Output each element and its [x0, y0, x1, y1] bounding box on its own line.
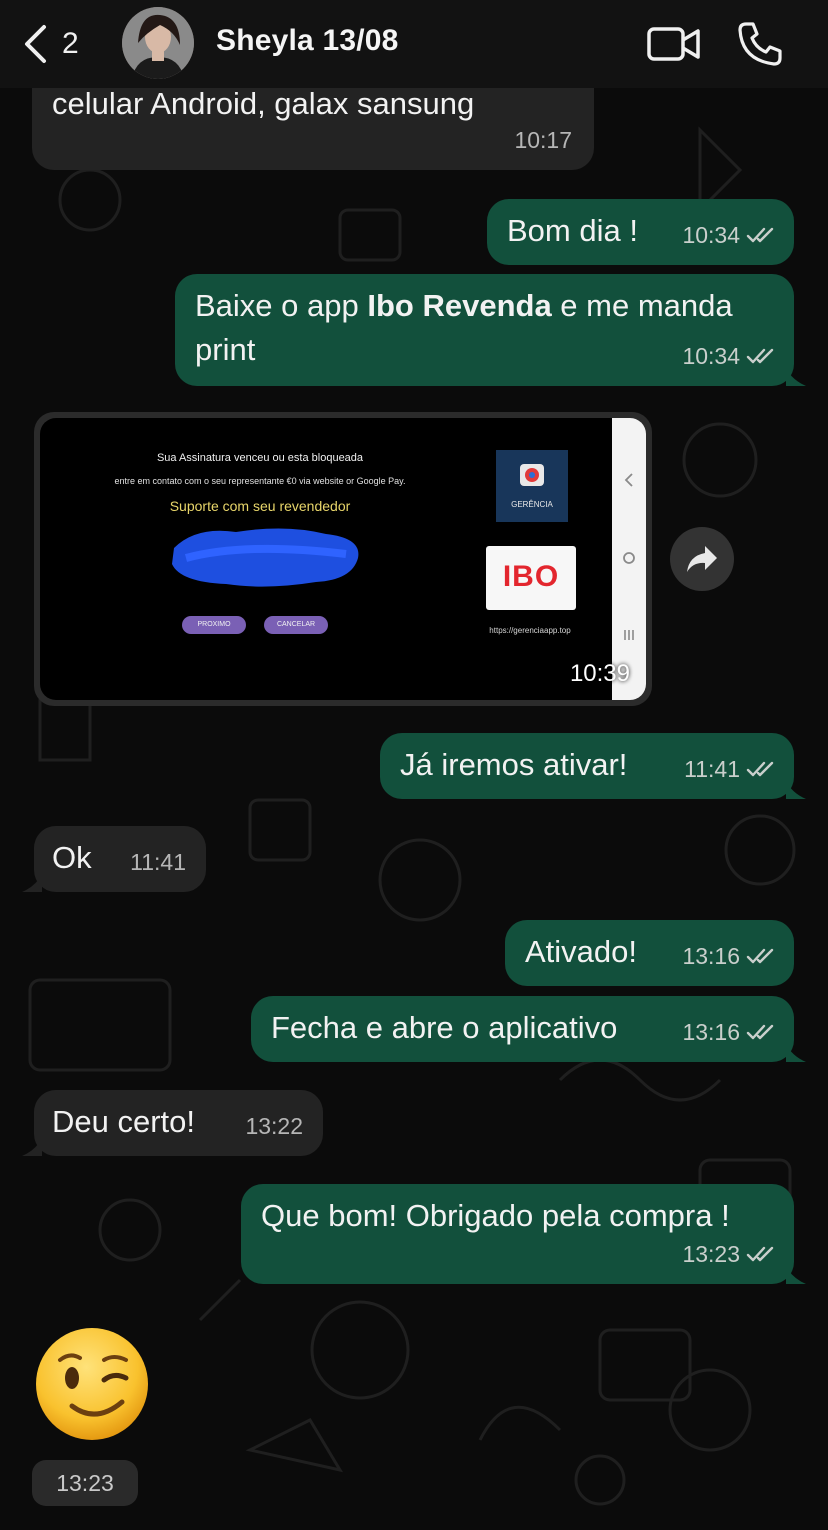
forward-button[interactable]: [670, 527, 734, 591]
message-time: 11:41: [130, 849, 186, 875]
message-time: 11:41: [684, 756, 740, 782]
chat-header: 2 Sheyla 13/08: [0, 0, 828, 88]
bubble-tail: [786, 368, 806, 386]
message-text: celular Android, galax sansung: [52, 86, 475, 121]
chevron-left-icon: [25, 25, 46, 63]
unread-count: 2: [62, 27, 79, 60]
bubble-tail: [786, 781, 806, 799]
contact-name[interactable]: Sheyla 13/08: [216, 24, 399, 58]
message-bubble-incoming[interactable]: Ok 11:41: [22, 826, 206, 892]
voice-call-button[interactable]: [736, 20, 784, 68]
message-bubble-outgoing[interactable]: Já iremos ativar! 11:41: [380, 733, 806, 799]
message-meta: 13:23: [682, 1232, 778, 1276]
message-time: 13:16: [682, 943, 740, 969]
screenshot-image[interactable]: Sua Assinatura venceu ou esta bloqueada …: [40, 418, 646, 700]
message-bubble-outgoing[interactable]: Baixe o app Ibo Revenda e me manda print…: [175, 274, 806, 386]
message-text: Baixe o app Ibo Revenda e me manda: [195, 288, 733, 323]
screenshot-button: CANCELAR: [264, 616, 328, 634]
bubble-tail: [22, 1138, 42, 1156]
video-camera-icon: [647, 27, 700, 61]
screenshot-url: https://gerenciaapp.top: [489, 626, 571, 635]
message-text: Deu certo!: [52, 1104, 196, 1139]
message-time: 10:17: [514, 127, 572, 153]
read-ticks-icon: [746, 761, 774, 777]
message-meta: 13:16: [682, 1010, 778, 1054]
screenshot-text: entre em contato com o seu representante…: [114, 476, 406, 486]
message-text: Fecha e abre o aplicativo: [271, 1010, 618, 1045]
winking-face-icon[interactable]: [34, 1326, 150, 1442]
app-tile: GERÊNCIA: [496, 450, 568, 522]
bubble-tail: [22, 874, 42, 892]
android-nav-bar: [612, 418, 646, 700]
message-bubble-incoming[interactable]: Deu certo! 13:22: [22, 1090, 323, 1156]
phone-icon: [738, 22, 782, 66]
message-meta: 11:41: [684, 747, 778, 791]
read-ticks-icon: [746, 1024, 774, 1040]
read-ticks-icon: [746, 348, 774, 364]
message-time: 13:16: [682, 1019, 740, 1045]
back-button[interactable]: 2: [22, 22, 102, 66]
bubble-tail: [786, 1044, 806, 1062]
read-ticks-icon: [746, 1246, 774, 1262]
message-text: Ativado!: [525, 934, 638, 969]
avatar[interactable]: [122, 7, 194, 79]
message-meta: 13:16: [682, 934, 778, 978]
message-text: Bom dia !: [507, 213, 638, 248]
message-meta: 10:34: [682, 334, 778, 378]
message-bubble-outgoing[interactable]: Bom dia ! 10:34: [487, 199, 794, 265]
message-bubble-outgoing[interactable]: Ativado! 13:16: [505, 920, 794, 986]
message-bubble-outgoing[interactable]: Que bom! Obrigado pela compra ! 13:23: [241, 1184, 806, 1284]
app-tile-label: GERÊNCIA: [511, 500, 553, 509]
message-time: 10:34: [682, 343, 740, 369]
read-ticks-icon: [746, 948, 774, 964]
bubble-tail: [786, 1266, 806, 1284]
message-time: 13:23: [32, 1460, 138, 1506]
message-time: 10:34: [682, 222, 740, 248]
blue-scribble-redaction: [172, 528, 359, 587]
screenshot-button: PROXIMO: [182, 616, 246, 634]
message-time: 10:39: [569, 660, 630, 687]
message-time: 13:23: [682, 1241, 740, 1267]
message-text: Já iremos ativar!: [400, 747, 628, 782]
message-meta: 10:34: [682, 213, 778, 257]
screenshot-text: Suporte com seu revendedor: [169, 498, 351, 514]
screenshot-text: Sua Assinatura venceu ou esta bloqueada: [156, 452, 364, 464]
read-ticks-icon: [746, 227, 774, 243]
message-text: Que bom! Obrigado pela compra !: [261, 1198, 730, 1233]
ibo-logo: IBO: [486, 546, 576, 610]
image-message[interactable]: Sua Assinatura venceu ou esta bloqueada …: [34, 412, 652, 706]
message-bubble-outgoing[interactable]: Fecha e abre o aplicativo 13:16: [251, 996, 806, 1062]
message-text: Ok: [52, 840, 92, 875]
video-call-button[interactable]: [646, 24, 702, 64]
message-text-line2: print: [195, 332, 256, 367]
forward-arrow-icon: [687, 546, 717, 572]
message-time: 13:22: [245, 1113, 303, 1139]
